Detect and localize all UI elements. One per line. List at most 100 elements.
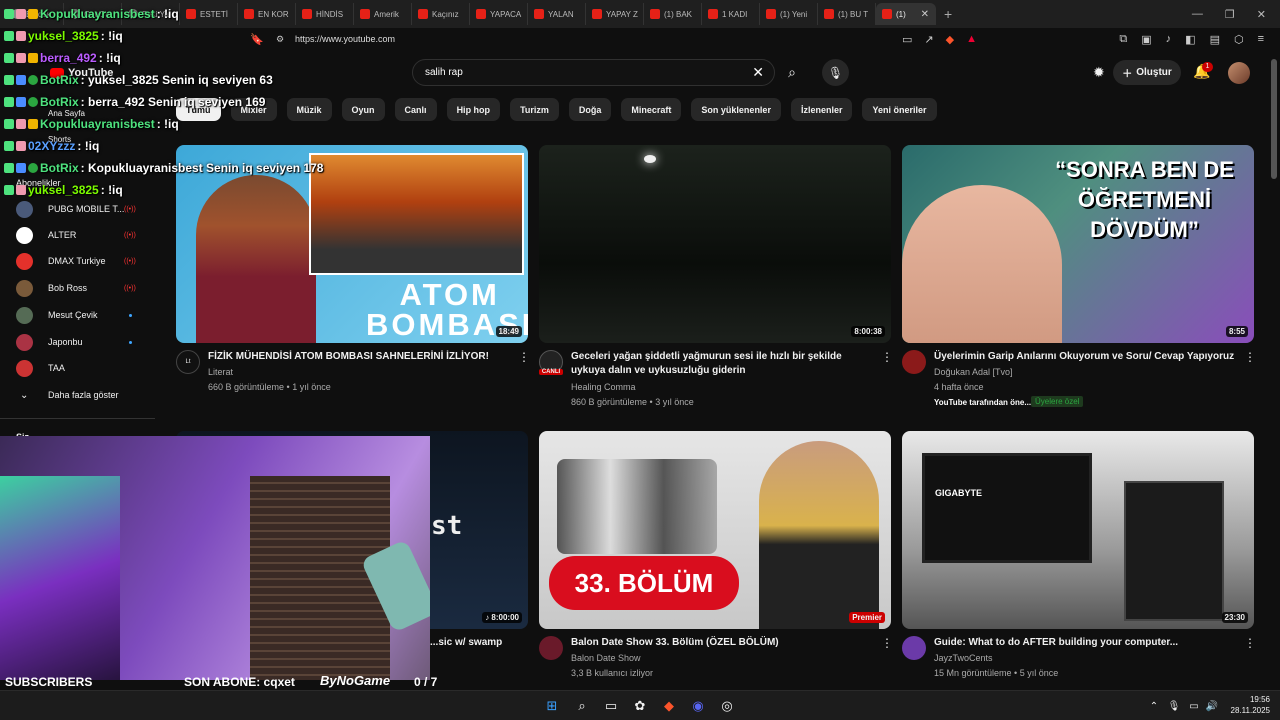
bookmark-icon[interactable]: 🔖 xyxy=(250,33,264,46)
share-icon[interactable]: ↗ xyxy=(924,33,933,46)
more-options-icon[interactable]: ⋮ xyxy=(881,350,893,364)
browser-tab[interactable]: YAPACA xyxy=(470,3,528,25)
browser-tab[interactable]: Amerik xyxy=(354,3,412,25)
video-title[interactable]: Üyelerimin Garip Anılarını Okuyorum ve S… xyxy=(934,350,1239,364)
more-options-icon[interactable]: ⋮ xyxy=(518,350,530,364)
sidebar-subscription[interactable]: TAA xyxy=(0,355,150,381)
channel-avatar[interactable] xyxy=(902,350,926,374)
browser-tab[interactable]: (1) Yeni xyxy=(760,3,818,25)
start-icon[interactable]: ⊞ xyxy=(544,698,560,714)
browser-tab[interactable]: 1 KADI xyxy=(702,3,760,25)
bot-badge-icon xyxy=(16,75,26,85)
thumbnail-text: “SONRA BEN DE ÖĞRETMENİ DÖVDÜM” xyxy=(1055,157,1234,242)
video-title[interactable]: Geceleri yağan şiddetli yağmurun sesi il… xyxy=(571,350,871,378)
brave-shield-icon[interactable]: ◆ xyxy=(946,33,954,46)
chatgpt-icon[interactable]: ✿ xyxy=(632,698,648,714)
account-avatar[interactable] xyxy=(1228,62,1250,84)
sidebar-subscription[interactable]: Mesut Çevik xyxy=(0,302,150,328)
page-scrollbar[interactable] xyxy=(1271,59,1277,179)
channel-avatar[interactable]: Lt xyxy=(176,350,200,374)
sidebar-subscription[interactable]: Bob Ross ((•)) xyxy=(0,275,150,301)
search-input[interactable]: salih rap xyxy=(425,67,463,78)
channel-avatar[interactable] xyxy=(902,636,926,660)
wallet-icon[interactable]: ▤ xyxy=(1210,33,1220,46)
clear-search-icon[interactable]: ✕ xyxy=(752,64,764,81)
show-more-button[interactable]: ⌄ Daha fazla göster xyxy=(0,382,150,408)
sidebar-subscription[interactable]: DMAX Turkiye ((•)) xyxy=(0,248,150,274)
close-window-icon[interactable]: ✕ xyxy=(1257,8,1266,21)
browser-tab[interactable]: EN KOR xyxy=(238,3,296,25)
video-thumbnail[interactable]: “SONRA BEN DE ÖĞRETMENİ DÖVDÜM” 8:55 xyxy=(902,145,1254,343)
browser-tab[interactable]: Kaçınız xyxy=(412,3,470,25)
video-thumbnail[interactable]: 33. BÖLÜM Premier xyxy=(539,431,891,629)
chip[interactable]: Yeni öneriler xyxy=(862,98,937,121)
video-thumbnail[interactable]: GIGABYTE 23:30 xyxy=(902,431,1254,629)
minimize-icon[interactable]: — xyxy=(1192,8,1203,21)
chip[interactable]: Son yüklenenler xyxy=(691,98,781,121)
channel-name[interactable]: Balon Date Show xyxy=(571,651,641,666)
browser-tab-active[interactable]: (1) ✕ xyxy=(876,3,936,25)
show-hidden-icons-icon[interactable]: ⌃ xyxy=(1146,698,1162,714)
create-button[interactable]: ＋ Oluştur xyxy=(1113,60,1181,85)
extensions-icon[interactable]: ⧉ xyxy=(1119,33,1127,46)
sub-badge-icon xyxy=(16,119,26,129)
chip[interactable]: İzlenenler xyxy=(790,98,853,121)
url-field[interactable]: https://www.youtube.com xyxy=(295,34,395,44)
video-title[interactable]: ...sic w/ swamp xyxy=(430,636,520,650)
channel-name[interactable]: JayzTwoCents xyxy=(934,651,993,666)
task-view-icon[interactable]: ▭ xyxy=(603,698,619,714)
system-clock[interactable]: 19:56 28.11.2025 xyxy=(1226,694,1270,716)
close-tab-icon[interactable]: ✕ xyxy=(921,9,929,20)
maximize-icon[interactable]: ❐ xyxy=(1225,8,1235,21)
vpn-icon[interactable]: ⬡ xyxy=(1234,33,1244,46)
rewards-icon[interactable]: ▲ xyxy=(966,33,977,46)
microphone-tray-icon[interactable]: 🎙 xyxy=(1166,698,1182,714)
chip[interactable]: Minecraft xyxy=(621,98,682,121)
video-title[interactable]: Balon Date Show 33. Bölüm (ÖZEL BÖLÜM) xyxy=(571,636,871,650)
site-settings-icon[interactable]: ⚙ xyxy=(276,34,284,45)
sidebar-subscription[interactable]: ALTER ((•)) xyxy=(0,222,150,248)
browser-tab[interactable]: HİNDİS xyxy=(296,3,354,25)
screenshot-icon[interactable]: ▣ xyxy=(1141,33,1151,46)
video-title[interactable]: FİZİK MÜHENDİSİ ATOM BOMBASI SAHNELERİNİ… xyxy=(208,350,508,364)
voice-search-button[interactable]: 🎙 xyxy=(822,59,849,86)
browser-tab[interactable]: (1) BAK xyxy=(644,3,702,25)
sidebar-subscription[interactable]: Japonbu xyxy=(0,329,150,355)
video-title[interactable]: Guide: What to do AFTER building your co… xyxy=(934,636,1234,650)
brave-browser-icon[interactable]: ◆ xyxy=(661,698,677,714)
chip[interactable]: Turizm xyxy=(510,98,559,121)
duration-badge: 18:49 xyxy=(495,326,522,337)
channel-avatar[interactable] xyxy=(539,636,563,660)
music-icon[interactable]: ♪ xyxy=(1166,33,1172,46)
browser-tab[interactable]: (1) BU T xyxy=(818,3,876,25)
browser-tab[interactable]: ESTETİ xyxy=(180,3,238,25)
new-tab-icon[interactable]: + xyxy=(944,6,952,22)
browser-tab[interactable]: YAPAY Z xyxy=(586,3,644,25)
chip[interactable]: Müzik xyxy=(286,98,332,121)
channel-name[interactable]: Doğukan Adal [Tvo] xyxy=(934,365,1013,380)
chip[interactable]: Oyun xyxy=(341,98,385,121)
video-thumbnail[interactable]: 8:00:38 xyxy=(539,145,891,343)
live-icon: ((•)) xyxy=(124,284,136,292)
channel-name[interactable]: Literat xyxy=(208,365,233,380)
search-button[interactable]: ⌕ xyxy=(775,59,809,86)
menu-icon[interactable]: ≡ xyxy=(1258,33,1264,46)
sidebar-icon[interactable]: ◧ xyxy=(1185,33,1195,46)
more-options-icon[interactable]: ⋮ xyxy=(1244,350,1256,364)
obs-icon[interactable]: ◎ xyxy=(719,698,735,714)
youtube-favicon-icon xyxy=(302,9,312,19)
chip[interactable]: Canlı xyxy=(394,98,437,121)
discord-icon[interactable]: ◉ xyxy=(690,698,706,714)
browser-tab[interactable]: YALAN xyxy=(528,3,586,25)
search-icon[interactable]: ⌕ xyxy=(574,698,590,714)
volume-icon[interactable]: 🔊 xyxy=(1204,698,1220,714)
chip[interactable]: Doğa xyxy=(568,98,612,121)
more-options-icon[interactable]: ⋮ xyxy=(881,636,893,650)
channel-name[interactable]: Healing Comma xyxy=(571,380,636,395)
more-options-icon[interactable]: ⋮ xyxy=(1244,636,1256,650)
search-box[interactable]: salih rap ✕ xyxy=(412,59,775,86)
network-icon[interactable]: ▭ xyxy=(1186,698,1202,714)
cast-icon[interactable]: ▭ xyxy=(902,33,912,46)
studio-icon[interactable]: ✹ xyxy=(1093,64,1105,81)
chip[interactable]: Hip hop xyxy=(446,98,501,121)
